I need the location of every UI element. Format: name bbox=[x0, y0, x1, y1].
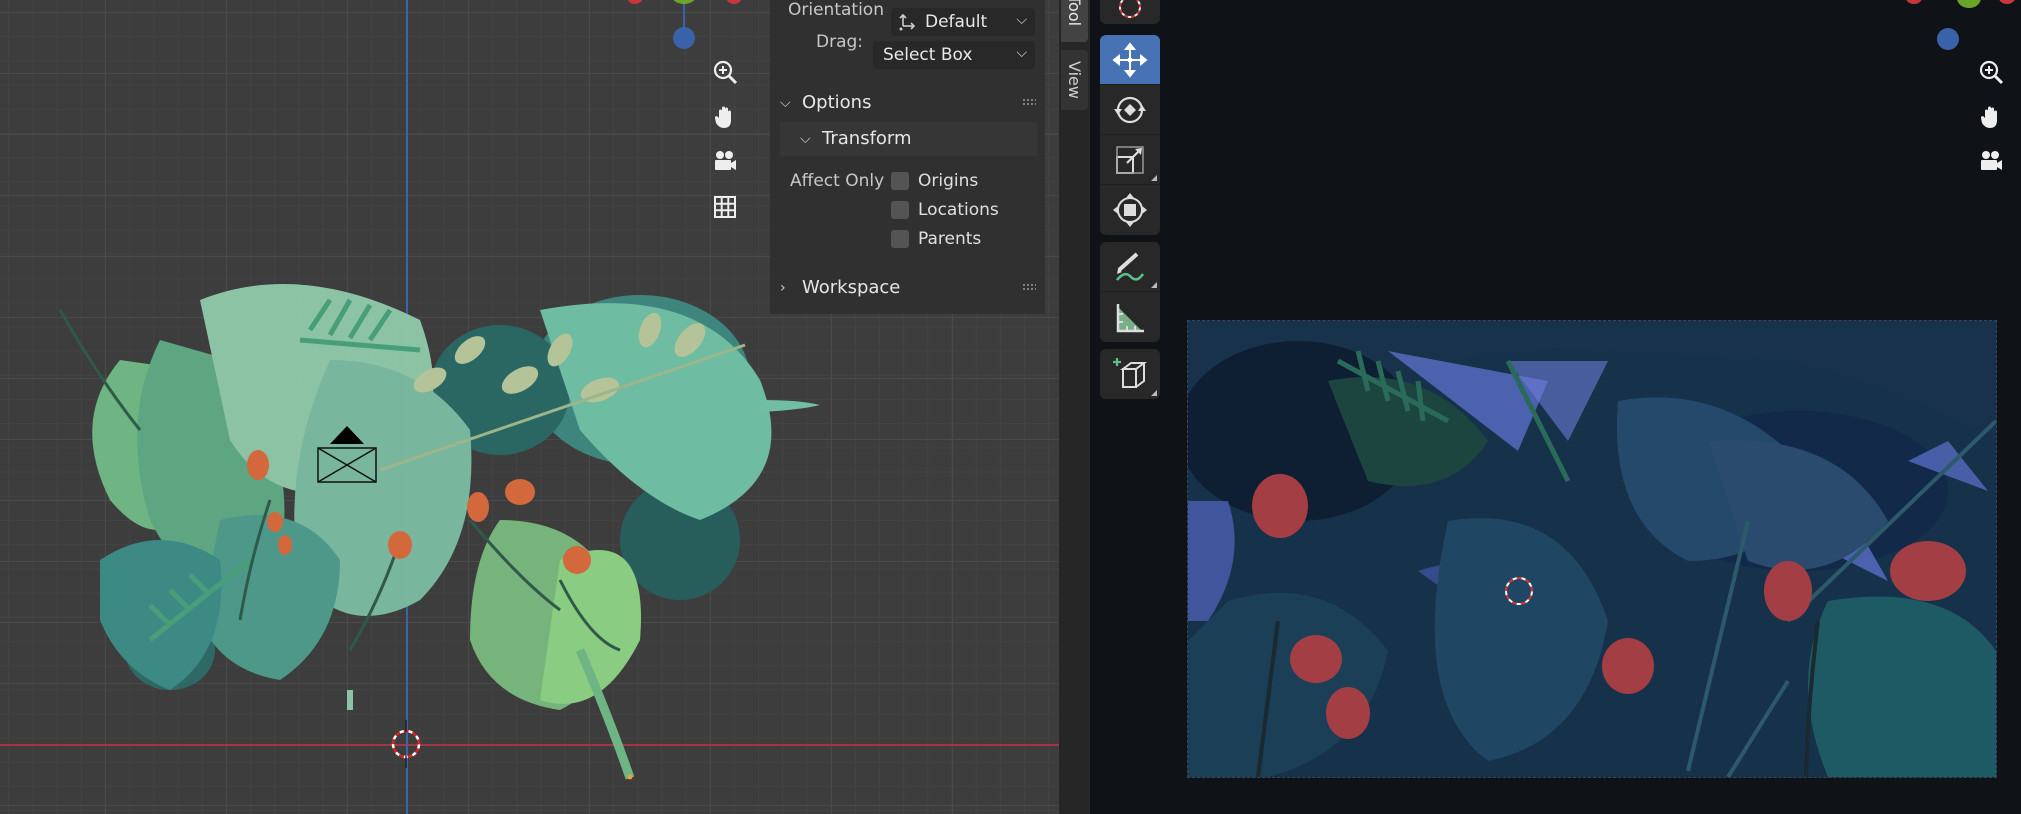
parents-checkbox[interactable] bbox=[891, 230, 909, 248]
origins-label: Origins bbox=[918, 171, 979, 191]
orientation-label: Orientation bbox=[788, 0, 884, 20]
cursor-tool[interactable] bbox=[1100, 0, 1160, 24]
render-scene bbox=[1188, 321, 1996, 777]
zoom-icon[interactable] bbox=[706, 53, 744, 91]
tool-options-corner bbox=[1151, 282, 1157, 288]
workspace-panel-header[interactable]: › Workspace bbox=[780, 277, 900, 298]
tab-tool[interactable]: Tool bbox=[1061, 0, 1088, 42]
gizmo-x-neg-dot[interactable] bbox=[1999, 0, 2015, 4]
origins-checkbox-row[interactable]: Origins bbox=[891, 171, 978, 191]
tab-view-label: View bbox=[1065, 61, 1084, 99]
viewport-3d-right[interactable] bbox=[1090, 0, 2021, 814]
chevron-right-icon: › bbox=[780, 279, 786, 296]
drag-grip-icon[interactable] bbox=[1022, 283, 1036, 291]
3d-cursor-icon bbox=[391, 720, 421, 768]
chevron-down-icon: ⌵ bbox=[1016, 12, 1027, 28]
move-tool[interactable] bbox=[1100, 35, 1160, 85]
grid-icon[interactable] bbox=[706, 188, 744, 226]
chevron-down-icon: ⌵ bbox=[800, 130, 811, 147]
chevron-down-icon: ⌵ bbox=[1016, 45, 1027, 61]
tab-tool-label: Tool bbox=[1065, 0, 1084, 27]
options-panel-header[interactable]: ⌵ Options bbox=[780, 92, 871, 113]
origins-checkbox[interactable] bbox=[891, 172, 909, 190]
transform-orientation-icon bbox=[899, 13, 916, 31]
parents-label: Parents bbox=[918, 229, 982, 249]
options-title: Options bbox=[802, 92, 872, 113]
transform-title: Transform bbox=[822, 128, 912, 149]
locations-label: Locations bbox=[918, 200, 999, 220]
gizmo-z-dot[interactable] bbox=[1937, 28, 1959, 50]
drag-label: Drag: bbox=[816, 32, 864, 52]
locations-checkbox[interactable] bbox=[891, 201, 909, 219]
transform-tool-group bbox=[1100, 35, 1160, 235]
drag-grip-icon[interactable] bbox=[1022, 98, 1036, 106]
affect-only-label: Affect Only bbox=[790, 171, 885, 191]
annotate-tool[interactable] bbox=[1100, 242, 1160, 292]
orientation-value: Default bbox=[925, 12, 988, 32]
drag-value: Select Box bbox=[883, 45, 973, 65]
tool-options-corner bbox=[1151, 175, 1157, 181]
transform-panel-header[interactable]: ⌵ Transform bbox=[800, 128, 912, 149]
zoom-icon[interactable] bbox=[1972, 53, 2010, 91]
measure-tool[interactable] bbox=[1100, 292, 1160, 342]
annotate-tool-group bbox=[1100, 242, 1160, 342]
tool-options-corner bbox=[1151, 390, 1157, 396]
parents-checkbox-row[interactable]: Parents bbox=[891, 229, 981, 249]
gizmo-z-dot[interactable] bbox=[673, 27, 695, 49]
camera-render-preview[interactable] bbox=[1187, 320, 1997, 778]
workspace-title: Workspace bbox=[802, 277, 901, 298]
add-tool-group bbox=[1100, 349, 1160, 399]
drag-dropdown[interactable]: Select Box ⌵ bbox=[873, 41, 1035, 69]
pan-hand-icon[interactable] bbox=[1972, 98, 2010, 136]
gizmo-z-line bbox=[683, 0, 685, 28]
sidebar-tabs: Tool View bbox=[1059, 0, 1090, 814]
gizmo-y-dot[interactable] bbox=[1957, 0, 1981, 8]
viewport-3d-left[interactable]: Orientation Default ⌵ Drag: Select Box ⌵… bbox=[0, 0, 1059, 814]
scale-tool[interactable] bbox=[1100, 135, 1160, 185]
tab-view[interactable]: View bbox=[1061, 50, 1088, 110]
chevron-down-icon: ⌵ bbox=[780, 94, 791, 111]
rotate-tool[interactable] bbox=[1100, 85, 1160, 135]
add-cube-tool[interactable] bbox=[1100, 349, 1160, 399]
cursor-tool-group bbox=[1100, 0, 1160, 24]
orientation-dropdown[interactable]: Default ⌵ bbox=[891, 8, 1035, 36]
pan-hand-icon[interactable] bbox=[706, 98, 744, 136]
locations-checkbox-row[interactable]: Locations bbox=[891, 200, 999, 220]
gizmo-x-dot[interactable] bbox=[1906, 0, 1922, 4]
camera-view-icon[interactable] bbox=[706, 143, 744, 181]
sidebar-tool-panel: Orientation Default ⌵ Drag: Select Box ⌵… bbox=[770, 0, 1045, 314]
camera-view-icon[interactable] bbox=[1972, 143, 2010, 181]
transform-tool[interactable] bbox=[1100, 185, 1160, 235]
